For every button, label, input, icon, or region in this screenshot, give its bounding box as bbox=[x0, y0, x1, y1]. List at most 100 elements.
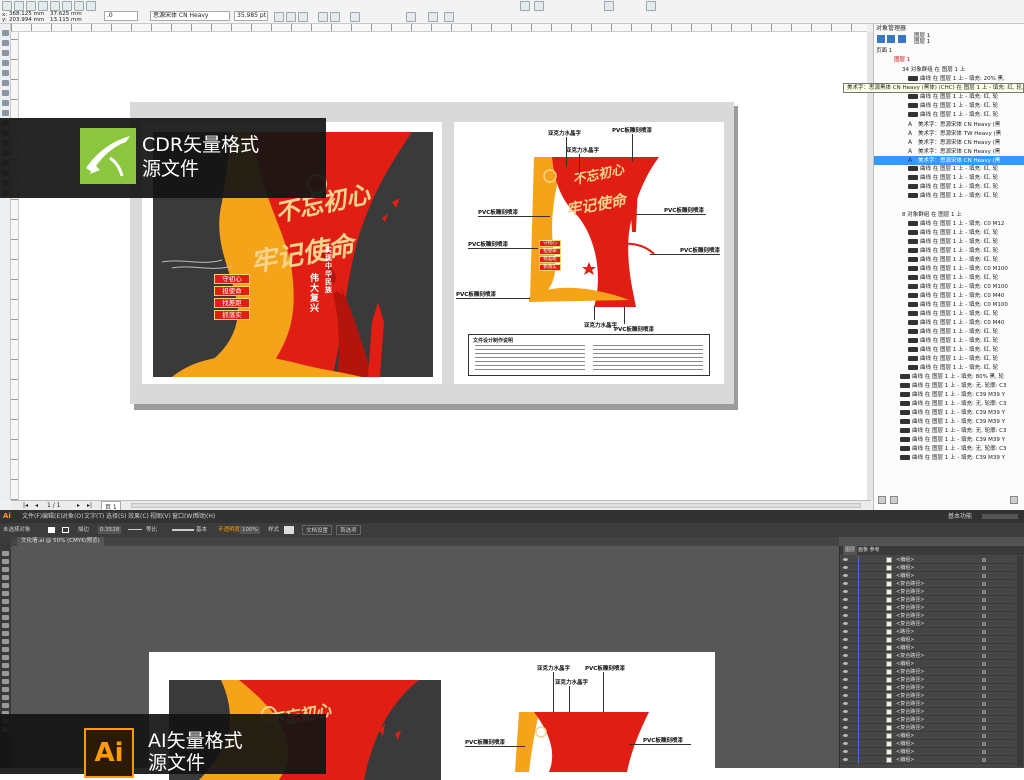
om-row[interactable]: 曲线 在 图层 1 上 - 填充: C39 M39 Y bbox=[874, 436, 1024, 445]
freehand-tool-icon[interactable] bbox=[2, 70, 9, 76]
opacity-label[interactable]: 不透明度 bbox=[218, 523, 240, 537]
om-row[interactable]: 曲线 在 图层 1 上 - 填充: 红, 轮 bbox=[874, 310, 1024, 319]
horizontal-scrollbar[interactable] bbox=[131, 503, 861, 508]
target-circle-icon[interactable] bbox=[982, 638, 986, 642]
target-circle-icon[interactable] bbox=[982, 622, 986, 626]
eyedropper-icon[interactable] bbox=[2, 679, 9, 684]
layer-row[interactable]: <编组> bbox=[840, 564, 1015, 572]
om-row[interactable]: 曲线 在 图层 1 上 - 填充: 红, 轮 bbox=[874, 328, 1024, 337]
visibility-eye-icon[interactable] bbox=[843, 646, 848, 649]
style-swatch[interactable] bbox=[284, 526, 294, 534]
menu-edit[interactable]: 编辑(E) bbox=[42, 510, 62, 523]
visibility-eye-icon[interactable] bbox=[843, 638, 848, 641]
show-properties-icon[interactable] bbox=[887, 35, 895, 43]
layer-row[interactable]: <复合路径> bbox=[840, 612, 1015, 620]
layer-row[interactable]: <路径> bbox=[840, 628, 1015, 636]
preferences-button[interactable]: 首选项 bbox=[336, 525, 361, 535]
om-row[interactable]: 曲线 在 图层 1 上 - 填充: C39 M39 Y bbox=[874, 391, 1024, 400]
italic-icon[interactable] bbox=[286, 12, 296, 22]
pencil-tool-icon[interactable] bbox=[2, 615, 9, 620]
visibility-eye-icon[interactable] bbox=[843, 614, 848, 617]
target-circle-icon[interactable] bbox=[982, 670, 986, 674]
layer-row[interactable]: <编组> bbox=[840, 756, 1015, 764]
page-node[interactable]: 页面 1 bbox=[874, 47, 1024, 56]
visibility-eye-icon[interactable] bbox=[843, 734, 848, 737]
target-circle-icon[interactable] bbox=[982, 750, 986, 754]
paste-icon[interactable] bbox=[74, 1, 84, 11]
copy-icon[interactable] bbox=[62, 1, 72, 11]
layer-row[interactable]: <编组> bbox=[840, 748, 1015, 756]
snap-icon[interactable] bbox=[646, 1, 656, 11]
om-row[interactable]: A 美术字：思源宋体 CN Heavy (黑 bbox=[874, 120, 1024, 129]
visibility-eye-icon[interactable] bbox=[843, 606, 848, 609]
shape-builder-icon[interactable] bbox=[2, 663, 9, 668]
layer-row[interactable]: <复合路径> bbox=[840, 708, 1015, 716]
open-icon[interactable] bbox=[14, 1, 24, 11]
type-tool-icon[interactable] bbox=[2, 583, 9, 588]
selection-tool-icon[interactable] bbox=[2, 551, 9, 556]
om-row[interactable]: 曲线 在 图层 1 上 - 填充: 红, 轮 bbox=[874, 346, 1024, 355]
visibility-eye-icon[interactable] bbox=[843, 558, 848, 561]
underline-icon[interactable] bbox=[298, 12, 308, 22]
om-row[interactable]: 曲线 在 图层 1 上 - 填充: 红, 轮 bbox=[874, 174, 1024, 183]
bold-icon[interactable] bbox=[274, 12, 284, 22]
stroke-weight-field[interactable]: 0.3528 bbox=[98, 526, 122, 534]
font-size-field[interactable]: 35.985 pt bbox=[234, 11, 268, 21]
om-row[interactable]: 曲线 在 图层 1 上 - 填充: 无, 轮廓: C3 bbox=[874, 427, 1024, 436]
horizontal-ruler[interactable] bbox=[11, 24, 867, 32]
om-row[interactable]: 曲线 在 图层 1 上 - 填充: C0 M12 bbox=[874, 220, 1024, 229]
eraser-tool-icon[interactable] bbox=[2, 623, 9, 628]
shape-tool-icon[interactable] bbox=[2, 40, 9, 46]
first-page-icon[interactable]: |◂ bbox=[23, 502, 28, 509]
layer-row[interactable]: <复合路径> bbox=[840, 700, 1015, 708]
font-name-field[interactable]: 思源宋体 CN Heavy bbox=[150, 11, 230, 21]
layer-row[interactable]: <编组> bbox=[840, 636, 1015, 644]
blend-tool-icon[interactable] bbox=[2, 687, 9, 692]
visibility-eye-icon[interactable] bbox=[843, 710, 848, 713]
undo-icon[interactable] bbox=[86, 1, 96, 11]
target-circle-icon[interactable] bbox=[982, 662, 986, 666]
menu-object[interactable]: 对象(O) bbox=[62, 510, 83, 523]
target-circle-icon[interactable] bbox=[982, 582, 986, 586]
om-row[interactable]: 曲线 在 图层 1 上 - 填充: 红, 轮 bbox=[874, 111, 1024, 120]
visibility-eye-icon[interactable] bbox=[843, 750, 848, 753]
target-circle-icon[interactable] bbox=[982, 598, 986, 602]
layer-row[interactable]: <复合路径> bbox=[840, 596, 1015, 604]
target-circle-icon[interactable] bbox=[982, 742, 986, 746]
new-layer-icon[interactable] bbox=[878, 496, 886, 504]
visibility-eye-icon[interactable] bbox=[843, 758, 848, 761]
target-circle-icon[interactable] bbox=[982, 574, 986, 578]
visibility-eye-icon[interactable] bbox=[843, 670, 848, 673]
om-row[interactable]: 曲线 在 图层 1 上 - 填充: 无, 轮廓: C3 bbox=[874, 445, 1024, 454]
layer-row[interactable]: <复合路径> bbox=[840, 724, 1015, 732]
list-icon[interactable] bbox=[330, 12, 340, 22]
target-circle-icon[interactable] bbox=[982, 614, 986, 618]
menu-window[interactable]: 窗口(W) bbox=[172, 510, 195, 523]
new-icon[interactable] bbox=[2, 1, 12, 11]
vertical-ruler[interactable] bbox=[11, 32, 19, 500]
symbol-tool-icon[interactable] bbox=[2, 695, 9, 700]
layer-row[interactable]: <编组> bbox=[840, 732, 1015, 740]
menu-type[interactable]: 文字(T) bbox=[84, 510, 104, 523]
layer-row[interactable]: <复合路径> bbox=[840, 692, 1015, 700]
layer-row[interactable]: <复合路径> bbox=[840, 684, 1015, 692]
layer-row[interactable]: <复合路径> bbox=[840, 652, 1015, 660]
om-row[interactable]: 曲线 在 图层 1 上 - 填充: 红, 轮 bbox=[874, 238, 1024, 247]
target-circle-icon[interactable] bbox=[982, 630, 986, 634]
text-props-icon[interactable] bbox=[350, 12, 360, 22]
layer-row[interactable]: <复合路径> bbox=[840, 676, 1015, 684]
visibility-eye-icon[interactable] bbox=[843, 726, 848, 729]
fill-swatch[interactable] bbox=[48, 527, 55, 533]
target-circle-icon[interactable] bbox=[982, 758, 986, 762]
om-row[interactable]: 曲线 在 图层 1 上 - 填充: 红, 轮 bbox=[874, 355, 1024, 364]
rotate-tool-icon[interactable] bbox=[2, 631, 9, 636]
target-circle-icon[interactable] bbox=[982, 710, 986, 714]
visibility-eye-icon[interactable] bbox=[843, 742, 848, 745]
visibility-eye-icon[interactable] bbox=[843, 654, 848, 657]
layer-row[interactable]: <复合路径> bbox=[840, 580, 1015, 588]
visibility-eye-icon[interactable] bbox=[843, 718, 848, 721]
layers-scrollbar[interactable] bbox=[1017, 556, 1023, 766]
layer-row[interactable]: <复合路径> bbox=[840, 604, 1015, 612]
layer-row[interactable]: <编组> bbox=[840, 740, 1015, 748]
om-row[interactable]: 曲线 在 图层 1 上 - 填充: C0 M40 bbox=[874, 319, 1024, 328]
